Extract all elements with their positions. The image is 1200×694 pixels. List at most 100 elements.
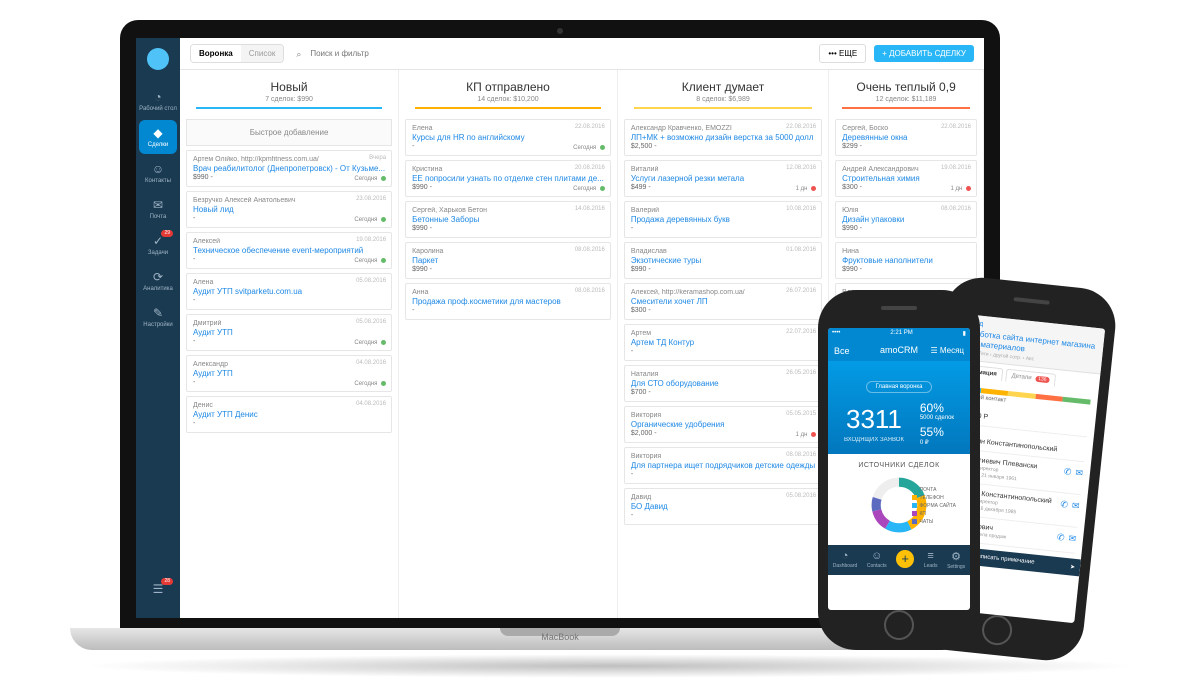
card-date: 22.08.2016 bbox=[575, 124, 605, 130]
sidebar-item-Контакты[interactable]: ☺Контакты bbox=[139, 156, 177, 190]
device-shadow bbox=[80, 654, 1140, 678]
deal-card[interactable]: 04.08.2016 Александр Аудит УТП - Сегодня bbox=[186, 355, 392, 392]
deal-card[interactable]: 20.08.2016 Кристина ЕЕ попросили узнать … bbox=[405, 160, 611, 197]
card-title: Экзотические туры bbox=[631, 256, 815, 265]
app-logo[interactable] bbox=[147, 48, 169, 70]
deal-card[interactable]: 23.08.2016 Безручко Алексей Анатольевич … bbox=[186, 191, 392, 228]
sidebar-item-Задачи[interactable]: ✓Задачи29 bbox=[139, 228, 177, 262]
column-meta: 14 сделок: $10,200 bbox=[405, 96, 611, 103]
deal-card[interactable]: 05.05.2015 Виктория Органические удобрен… bbox=[624, 406, 822, 443]
nav-icon: ◔ bbox=[139, 90, 177, 104]
message-icon[interactable]: ✉ bbox=[1075, 468, 1084, 480]
card-date: 19.08.2016 bbox=[356, 237, 386, 243]
nav-label: Контакты bbox=[145, 178, 171, 184]
message-icon[interactable]: ✉ bbox=[1068, 533, 1077, 545]
deal-card[interactable]: 08.08.2016 Виктория Для партнера ищет по… bbox=[624, 447, 822, 484]
card-price: $990 - bbox=[412, 266, 604, 273]
column-meta: 7 сделок: $990 bbox=[186, 96, 392, 103]
tab-Contacts[interactable]: ☺Contacts bbox=[867, 550, 887, 570]
card-title: Услуги лазерной резки метала bbox=[631, 174, 815, 183]
deal-card[interactable]: 22.08.2016 Сергей, Боско Деревянные окна… bbox=[835, 119, 977, 156]
deal-card[interactable]: 12.08.2016 Виталий Услуги лазерной резки… bbox=[624, 160, 822, 197]
tab-add-button[interactable]: + bbox=[896, 550, 914, 570]
period-toggle[interactable]: ☰ Месяц bbox=[930, 346, 964, 355]
deal-card[interactable]: 22.08.2016 Елена Курсы для HR по английс… bbox=[405, 119, 611, 156]
deal-card[interactable]: 05.08.2016 Дмитрий Аудит УТП - Сегодня bbox=[186, 314, 392, 351]
search-input[interactable] bbox=[292, 45, 811, 62]
card-date: 22.08.2016 bbox=[786, 124, 816, 130]
deal-card[interactable]: Нина Фруктовые наполнители $990 - bbox=[835, 242, 977, 279]
deal-card[interactable]: 05.08.2016 Давид БО Давид - bbox=[624, 488, 822, 525]
card-title: Аудит УТП svitparketu.com.ua bbox=[193, 287, 385, 296]
send-icon[interactable]: ➤ bbox=[1070, 564, 1076, 571]
card-status: 1 дн bbox=[796, 186, 817, 192]
legend-swatch bbox=[912, 519, 917, 524]
card-price: $499 - bbox=[631, 184, 815, 191]
card-date: 22.08.2016 bbox=[941, 124, 971, 130]
tab-Leads[interactable]: ≡Leads bbox=[924, 550, 938, 570]
card-title: Аудит УТП bbox=[193, 369, 385, 378]
sources-legend: ПОЧТАТЕЛЕФОНФОРМА САЙТАКПЧАТЫ bbox=[912, 487, 956, 527]
sources-title: ИСТОЧНИКИ СДЕЛОК bbox=[836, 462, 962, 469]
carrier-icon: •••• bbox=[832, 330, 840, 337]
nav-icon: ⟳ bbox=[139, 270, 177, 284]
deal-card[interactable]: 14.08.2016 Сергей, Харьков Бетон Бетонны… bbox=[405, 201, 611, 238]
call-icon[interactable]: ✆ bbox=[1056, 532, 1065, 544]
deal-card[interactable]: 08.08.2016 Юлія Дизайн упаковки $990 - bbox=[835, 201, 977, 238]
card-price: - bbox=[193, 420, 385, 427]
card-status: Сегодня bbox=[354, 340, 386, 346]
pipeline-pill[interactable]: Главная воронка bbox=[866, 381, 931, 393]
card-date: 26.07.2016 bbox=[786, 288, 816, 294]
deal-card[interactable]: 26.05.2016 Наталия Для СТО оборудование … bbox=[624, 365, 822, 402]
legend-item: КП bbox=[912, 511, 956, 517]
add-deal-button[interactable]: + ДОБАВИТЬ СДЕЛКУ bbox=[874, 45, 974, 62]
deal-card[interactable]: 19.08.2016 Андрей Александрович Строител… bbox=[835, 160, 977, 197]
deal-card[interactable]: 05.08.2016 Алена Аудит УТП svitparketu.c… bbox=[186, 273, 392, 310]
notifications-button[interactable]: ☰ 28 bbox=[139, 576, 177, 604]
deal-card[interactable]: 22.07.2016 Артем Артем ТД Контур - bbox=[624, 324, 822, 361]
legend-item: ТЕЛЕФОН bbox=[912, 495, 956, 501]
sidebar-item-Почта[interactable]: ✉Почта bbox=[139, 192, 177, 226]
deal-card[interactable]: Вчера Артем Олійко, http://kpmfitness.co… bbox=[186, 150, 392, 187]
legend-swatch bbox=[912, 511, 917, 516]
tab-all[interactable]: Все bbox=[834, 346, 850, 356]
deal-card[interactable]: 10.08.2016 Валерий Продажа деревянных бу… bbox=[624, 201, 822, 238]
sidebar-item-Настройки[interactable]: ✎Настройки bbox=[139, 300, 177, 334]
deal-card[interactable]: 22.08.2016 Александр Кравченко, EMOZZI Л… bbox=[624, 119, 822, 156]
more-button[interactable]: ••• ЕЩЕ bbox=[819, 44, 866, 63]
deal-card[interactable]: 19.08.2016 Алексей Техническое обеспечен… bbox=[186, 232, 392, 269]
quick-add-button[interactable]: Быстрое добавление bbox=[186, 119, 392, 146]
card-price: - bbox=[631, 225, 815, 232]
column-title: Клиент думает bbox=[624, 80, 822, 94]
deal-card[interactable]: 26.07.2016 Алексей, http://keramashop.co… bbox=[624, 283, 822, 320]
status-time: 2:21 PM bbox=[890, 330, 912, 337]
sidebar-item-Аналитика[interactable]: ⟳Аналитика bbox=[139, 264, 177, 298]
card-date: 26.05.2016 bbox=[786, 370, 816, 376]
sidebar-item-Сделки[interactable]: ◆Сделки bbox=[139, 120, 177, 154]
deal-card[interactable]: 08.08.2016 Анна Продажа проф.косметики д… bbox=[405, 283, 611, 320]
card-title: Техническое обеспечение event-мероприяти… bbox=[193, 246, 385, 255]
deal-card[interactable]: 04.08.2016 Денис Аудит УТП Денис - bbox=[186, 396, 392, 433]
call-icon[interactable]: ✆ bbox=[1060, 499, 1069, 511]
column-body: 22.08.2016 Александр Кравченко, EMOZZI Л… bbox=[618, 115, 828, 618]
laptop-brand: MacBook bbox=[541, 632, 579, 642]
view-funnel-tab[interactable]: Воронка bbox=[191, 45, 241, 62]
phone1-header: Все amoCRM ☰ Месяц bbox=[828, 339, 970, 361]
sidebar-item-Рабочий стол[interactable]: ◔Рабочий стол bbox=[139, 84, 177, 118]
call-icon[interactable]: ✆ bbox=[1063, 466, 1072, 478]
tab-badge: 136 bbox=[1035, 376, 1050, 383]
deal-card[interactable]: 08.08.2016 Каролина Паркет $990 - bbox=[405, 242, 611, 279]
card-title: Продажа проф.косметики для мастеров bbox=[412, 297, 604, 306]
note-input-label[interactable]: Написать примечание bbox=[973, 553, 1035, 566]
tab-Settings[interactable]: ⚙Settings bbox=[947, 550, 965, 570]
message-icon[interactable]: ✉ bbox=[1071, 500, 1080, 512]
tab-Dashboard[interactable]: ◔Dashboard bbox=[833, 550, 857, 570]
sidebar: ◔Рабочий стол◆Сделки☺Контакты✉Почта✓Зада… bbox=[136, 38, 180, 618]
deal-card[interactable]: 01.08.2016 Владислав Экзотические туры $… bbox=[624, 242, 822, 279]
card-date: 01.08.2016 bbox=[786, 247, 816, 253]
card-price: $2,500 - bbox=[631, 143, 815, 150]
status-dot-icon bbox=[381, 381, 386, 386]
card-price: - bbox=[631, 348, 815, 355]
view-list-tab[interactable]: Список bbox=[241, 45, 284, 62]
status-dot-icon bbox=[600, 145, 605, 150]
